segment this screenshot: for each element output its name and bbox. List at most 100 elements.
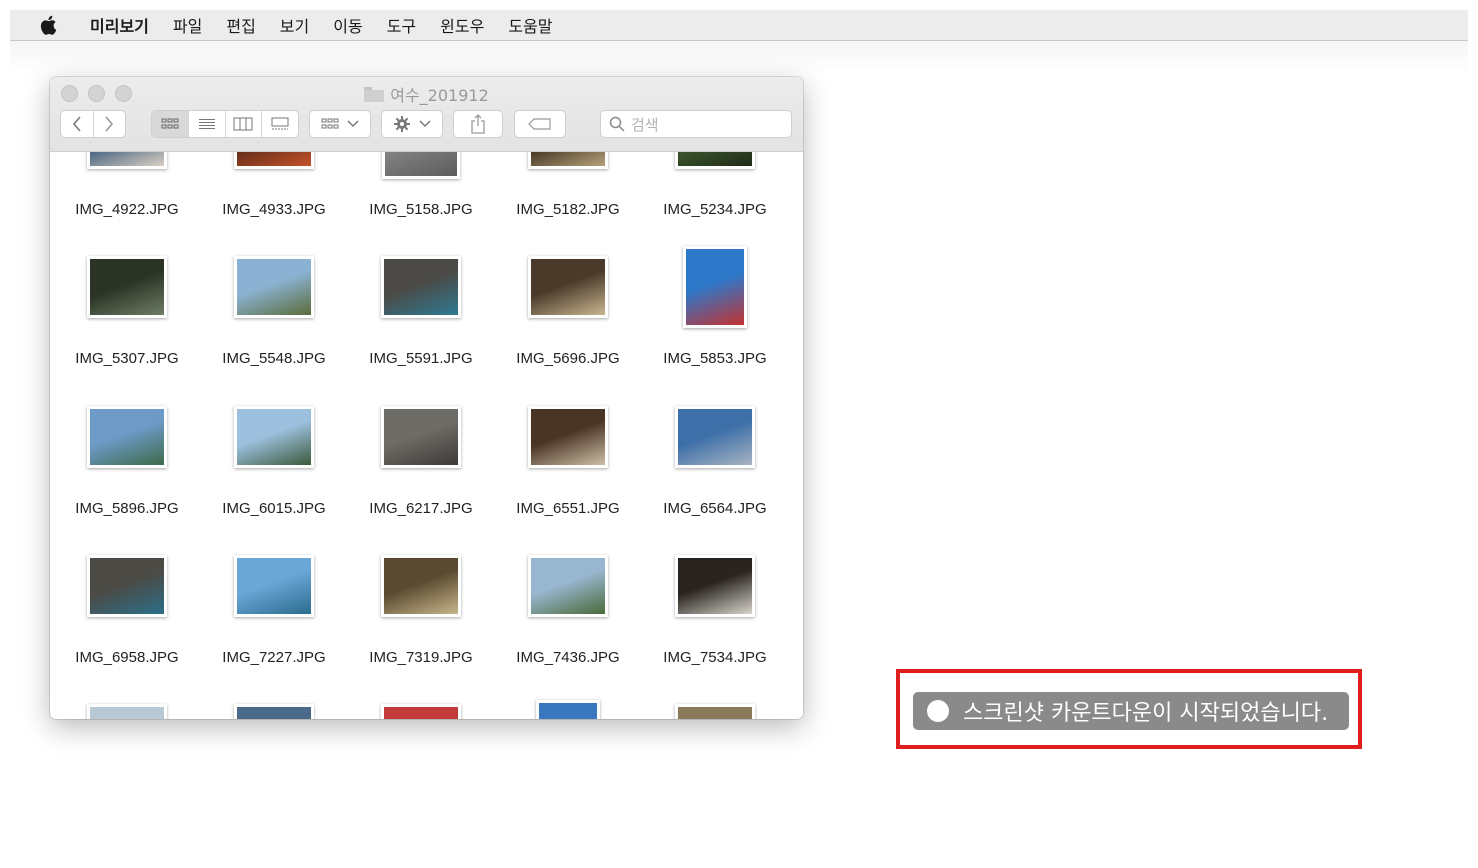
file-name: IMG_5591.JPG [369, 350, 473, 367]
image-thumbnail[interactable] [234, 406, 314, 468]
file-item[interactable] [348, 676, 494, 719]
image-thumbnail[interactable] [234, 555, 314, 617]
gallery-view-button[interactable] [262, 111, 298, 137]
file-item[interactable]: IMG_5307.JPG [54, 228, 200, 378]
file-item[interactable]: IMG_5896.JPG [54, 378, 200, 528]
file-item[interactable]: IMG_5853.JPG [642, 228, 788, 378]
image-thumbnail[interactable] [234, 152, 314, 169]
menu-go[interactable]: 이동 [321, 13, 374, 37]
image-thumbnail[interactable] [528, 555, 608, 617]
forward-button[interactable] [94, 111, 126, 137]
image-thumbnail[interactable] [675, 152, 755, 169]
file-item[interactable]: IMG_5182.JPG [495, 152, 641, 229]
image-thumbnail[interactable] [675, 406, 755, 468]
image-thumbnail[interactable] [675, 555, 755, 617]
image-thumbnail[interactable] [87, 555, 167, 617]
image-thumbnail[interactable] [675, 704, 755, 719]
file-item[interactable]: IMG_7227.JPG [201, 527, 347, 677]
menu-file[interactable]: 파일 [161, 13, 214, 37]
finder-titlebar: 여수_201912 검색 [50, 77, 803, 152]
image-thumbnail[interactable] [87, 406, 167, 468]
image-thumbnail[interactable] [528, 256, 608, 318]
file-item[interactable]: IMG_5696.JPG [495, 228, 641, 378]
column-view-button[interactable] [226, 111, 263, 137]
file-item[interactable]: IMG_6217.JPG [348, 378, 494, 528]
menu-edit[interactable]: 편집 [214, 13, 267, 37]
photo-image [90, 409, 164, 465]
image-thumbnail[interactable] [87, 704, 167, 719]
file-name: IMG_5307.JPG [75, 350, 179, 367]
image-thumbnail[interactable] [528, 152, 608, 169]
icon-view-button[interactable] [152, 111, 189, 137]
grid-icon [321, 118, 339, 129]
image-thumbnail[interactable] [528, 406, 608, 468]
tags-button[interactable] [514, 110, 566, 138]
file-item[interactable] [495, 676, 641, 719]
group-by-button[interactable] [309, 110, 371, 138]
menu-app-name[interactable]: 미리보기 [78, 13, 161, 37]
file-item[interactable] [54, 676, 200, 719]
file-item[interactable]: IMG_7436.JPG [495, 527, 641, 677]
file-item[interactable] [642, 676, 788, 719]
photo-image [384, 558, 458, 614]
list-view-button[interactable] [189, 111, 226, 137]
finder-toolbar: 검색 [60, 110, 793, 140]
file-item[interactable]: IMG_6551.JPG [495, 378, 641, 528]
image-thumbnail[interactable] [381, 256, 461, 318]
menu-window[interactable]: 윈도우 [428, 13, 496, 37]
file-item[interactable]: IMG_4933.JPG [201, 152, 347, 229]
file-item[interactable]: IMG_5158.JPG [348, 152, 494, 229]
search-field[interactable]: 검색 [600, 110, 792, 138]
menu-view[interactable]: 보기 [268, 13, 321, 37]
chevron-down-icon [347, 120, 359, 128]
file-item[interactable]: IMG_5234.JPG [642, 152, 788, 229]
file-item[interactable]: IMG_7534.JPG [642, 527, 788, 677]
image-thumbnail[interactable] [683, 246, 747, 328]
menu-help[interactable]: 도움말 [496, 13, 564, 37]
image-thumbnail[interactable] [381, 555, 461, 617]
file-item[interactable]: IMG_6958.JPG [54, 527, 200, 677]
back-forward-group [60, 110, 126, 138]
countdown-indicator-icon [927, 700, 949, 722]
photo-image [678, 409, 752, 465]
file-name: IMG_5696.JPG [516, 350, 620, 367]
image-thumbnail[interactable] [87, 152, 167, 169]
file-name: IMG_5896.JPG [75, 500, 179, 517]
file-name: IMG_6564.JPG [663, 500, 767, 517]
file-item[interactable]: IMG_7319.JPG [348, 527, 494, 677]
back-button[interactable] [61, 111, 94, 137]
file-item[interactable] [201, 676, 347, 719]
photo-image [384, 409, 458, 465]
file-item[interactable]: IMG_5591.JPG [348, 228, 494, 378]
menu-tools[interactable]: 도구 [375, 13, 428, 37]
image-thumbnail[interactable] [234, 704, 314, 719]
file-item[interactable]: IMG_4922.JPG [54, 152, 200, 229]
search-placeholder: 검색 [631, 115, 659, 134]
file-item[interactable]: IMG_6015.JPG [201, 378, 347, 528]
photo-image [90, 259, 164, 315]
photo-image [531, 152, 605, 166]
file-name: IMG_4933.JPG [222, 201, 326, 218]
apple-logo-icon[interactable] [38, 15, 58, 35]
image-thumbnail[interactable] [381, 406, 461, 468]
file-item[interactable]: IMG_6564.JPG [642, 378, 788, 528]
photo-image [531, 409, 605, 465]
file-item[interactable]: IMG_5548.JPG [201, 228, 347, 378]
share-icon [471, 114, 485, 134]
search-icon [609, 116, 625, 132]
grid-icon [161, 118, 179, 129]
window-title: 여수_201912 [50, 82, 803, 106]
image-thumbnail[interactable] [87, 256, 167, 318]
screenshot-countdown-hud: 스크린샷 카운트다운이 시작되었습니다. [913, 692, 1349, 730]
file-name: IMG_6015.JPG [222, 500, 326, 517]
photo-image [237, 558, 311, 614]
file-name: IMG_4922.JPG [75, 201, 179, 218]
image-thumbnail[interactable] [382, 152, 460, 179]
image-thumbnail[interactable] [234, 256, 314, 318]
image-thumbnail[interactable] [536, 700, 600, 719]
image-thumbnail[interactable] [381, 704, 461, 719]
photo-image [539, 703, 597, 719]
share-button[interactable] [453, 110, 503, 138]
file-name: IMG_5548.JPG [222, 350, 326, 367]
action-button[interactable] [381, 110, 443, 138]
